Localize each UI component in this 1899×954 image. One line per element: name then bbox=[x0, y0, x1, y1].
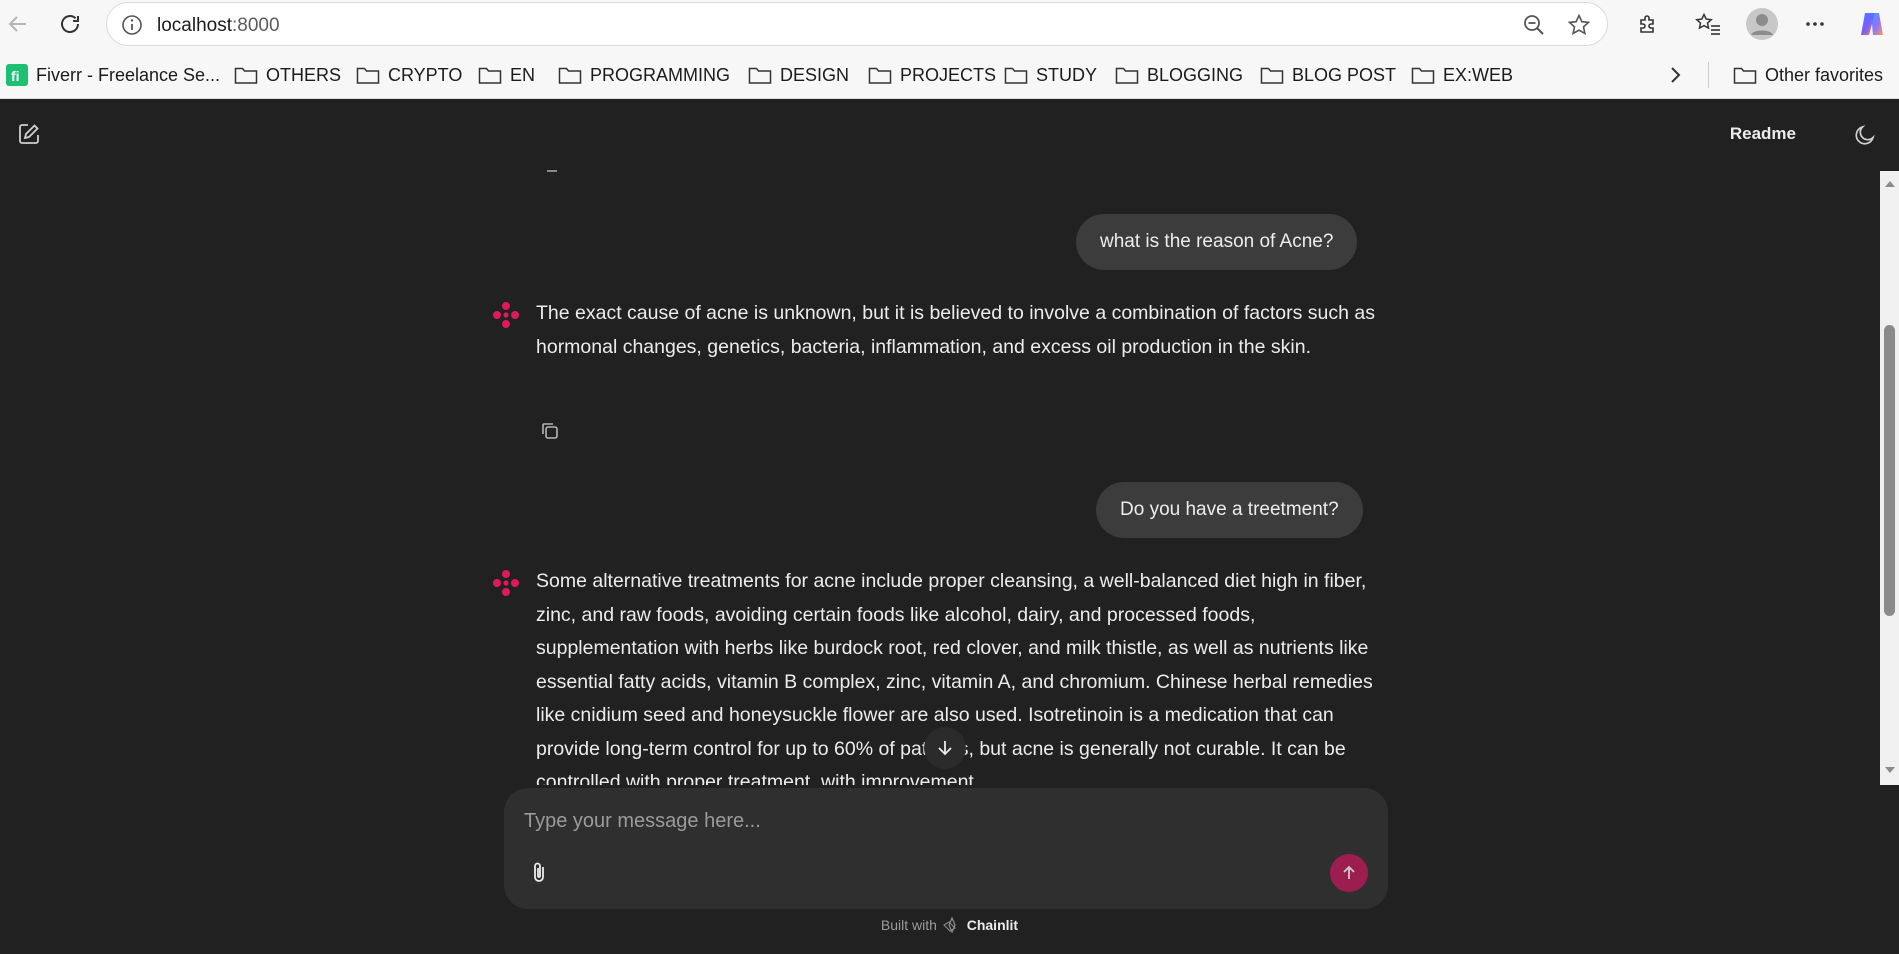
extensions-button[interactable] bbox=[1630, 6, 1666, 42]
folder-icon bbox=[1260, 67, 1284, 84]
bookmark-en[interactable]: EN bbox=[478, 63, 535, 87]
bookmark-blogging[interactable]: BLOGGING bbox=[1115, 63, 1243, 87]
favorites-list-icon bbox=[1695, 12, 1720, 35]
messages-scrollbar[interactable] bbox=[1880, 171, 1899, 785]
bookmark-label: PROGRAMMING bbox=[590, 64, 731, 85]
url-port: :8000 bbox=[232, 15, 280, 36]
folder-icon bbox=[1411, 67, 1435, 84]
fiverr-icon: fi bbox=[6, 64, 28, 86]
back-arrow-icon bbox=[8, 16, 26, 32]
theme-toggle-button[interactable] bbox=[1851, 121, 1879, 149]
address-bar[interactable]: localhost:8000 bbox=[106, 2, 1608, 46]
more-menu-button[interactable] bbox=[1797, 6, 1833, 42]
assistant-message: The exact cause of acne is unknown, but … bbox=[536, 302, 1375, 358]
bookmark-label: STUDY bbox=[1036, 64, 1098, 85]
edit-icon bbox=[19, 124, 39, 144]
more-bookmarks-button[interactable] bbox=[1666, 63, 1692, 87]
url-host: localhost bbox=[157, 15, 232, 36]
bookmark-programming[interactable]: PROGRAMMING bbox=[558, 63, 730, 87]
puzzle-icon bbox=[1640, 15, 1654, 33]
bookmarks-bar: fi Fiverr - Freelance Se... OTHERS CRYPT… bbox=[0, 50, 1899, 99]
arrow-down-icon bbox=[938, 741, 952, 756]
footer-brand: Chainlit bbox=[966, 917, 1019, 933]
app-header: Readme bbox=[0, 99, 1899, 169]
bookmark-label: BLOG POST bbox=[1292, 64, 1397, 85]
other-favorites[interactable]: Other favorites bbox=[1733, 63, 1883, 87]
other-favorites-label: Other favorites bbox=[1765, 64, 1884, 85]
bookmark-blog-post[interactable]: BLOG POST bbox=[1260, 63, 1396, 87]
refresh-icon bbox=[61, 15, 79, 33]
copy-icon bbox=[542, 423, 558, 439]
zoom-icon[interactable] bbox=[1523, 14, 1545, 36]
copilot-button[interactable] bbox=[1854, 6, 1890, 42]
avatar-icon bbox=[1746, 8, 1778, 40]
user-message: what is the reason of Acne? bbox=[1076, 214, 1358, 270]
folder-icon bbox=[234, 67, 258, 84]
message-composer bbox=[504, 788, 1388, 909]
footer-prefix: Built with bbox=[880, 917, 937, 933]
copilot-icon bbox=[1861, 13, 1883, 35]
moon-icon bbox=[1855, 125, 1875, 145]
new-chat-button[interactable] bbox=[14, 119, 44, 149]
favorite-star-icon[interactable] bbox=[1567, 13, 1591, 37]
message-input[interactable] bbox=[522, 802, 1356, 840]
chevron-right-icon bbox=[1671, 67, 1681, 83]
site-info-icon[interactable] bbox=[121, 14, 143, 36]
scroll-to-bottom-button[interactable] bbox=[924, 727, 966, 769]
folder-icon bbox=[478, 67, 502, 84]
bookmark-others[interactable]: OTHERS bbox=[234, 63, 341, 87]
bookmark-fiverr[interactable]: fi Fiverr - Freelance Se... bbox=[6, 63, 220, 87]
arrow-up-icon bbox=[1343, 865, 1355, 879]
bookmark-ex-web[interactable]: EX:WEB bbox=[1411, 63, 1513, 87]
url-text: localhost:8000 bbox=[157, 15, 280, 37]
bookmark-study[interactable]: STUDY bbox=[1004, 63, 1097, 87]
messages-area[interactable]: what is the reason of Acne? The exact ca… bbox=[0, 169, 1880, 785]
bookmark-crypto[interactable]: CRYPTO bbox=[356, 63, 462, 87]
chainlit-logo-icon bbox=[942, 916, 956, 934]
bookmark-design[interactable]: DESIGN bbox=[748, 63, 849, 87]
bookmark-label: EX:WEB bbox=[1443, 64, 1514, 85]
folder-icon bbox=[748, 67, 772, 84]
profile-button[interactable] bbox=[1744, 6, 1780, 42]
built-with-footer[interactable]: Built with Chainlit bbox=[0, 916, 1899, 934]
chat-app: Readme what is the reason of Acne? The e… bbox=[0, 99, 1899, 954]
user-message: Do you have a treetment? bbox=[1096, 482, 1363, 538]
paperclip-icon bbox=[534, 862, 544, 882]
truncated-marker bbox=[547, 170, 557, 172]
folder-icon bbox=[558, 67, 582, 84]
folder-icon bbox=[868, 67, 892, 84]
svg-text:fi: fi bbox=[11, 68, 20, 84]
bookmark-label: EN bbox=[510, 64, 536, 85]
folder-icon bbox=[1004, 67, 1028, 84]
bookmark-divider bbox=[1708, 62, 1709, 88]
browser-toolbar: localhost:8000 bbox=[0, 0, 1899, 50]
refresh-button[interactable] bbox=[52, 6, 88, 42]
bookmark-label: CRYPTO bbox=[388, 64, 463, 85]
more-dots-icon bbox=[1806, 22, 1824, 26]
scroll-up-arrow-icon[interactable] bbox=[1884, 179, 1896, 189]
back-button[interactable] bbox=[0, 6, 36, 42]
bookmark-label: DESIGN bbox=[780, 64, 850, 85]
folder-icon bbox=[356, 67, 380, 84]
bookmark-label: BLOGGING bbox=[1147, 64, 1244, 85]
folder-icon bbox=[1115, 67, 1139, 84]
scrollbar-thumb[interactable] bbox=[1884, 325, 1895, 616]
readme-button[interactable]: Readme bbox=[1730, 124, 1796, 144]
copy-button[interactable] bbox=[538, 419, 562, 443]
favorites-button[interactable] bbox=[1690, 6, 1726, 42]
assistant-avatar-icon bbox=[493, 570, 519, 596]
folder-icon bbox=[1733, 67, 1757, 84]
bookmark-label: Fiverr - Freelance Se... bbox=[36, 64, 221, 85]
scroll-down-arrow-icon[interactable] bbox=[1884, 765, 1896, 775]
attach-button[interactable] bbox=[522, 856, 556, 890]
bookmark-label: PROJECTS bbox=[900, 64, 997, 85]
bookmark-projects[interactable]: PROJECTS bbox=[868, 63, 996, 87]
assistant-avatar-icon bbox=[493, 302, 519, 328]
bookmark-label: OTHERS bbox=[266, 64, 342, 85]
send-button[interactable] bbox=[1330, 854, 1368, 892]
